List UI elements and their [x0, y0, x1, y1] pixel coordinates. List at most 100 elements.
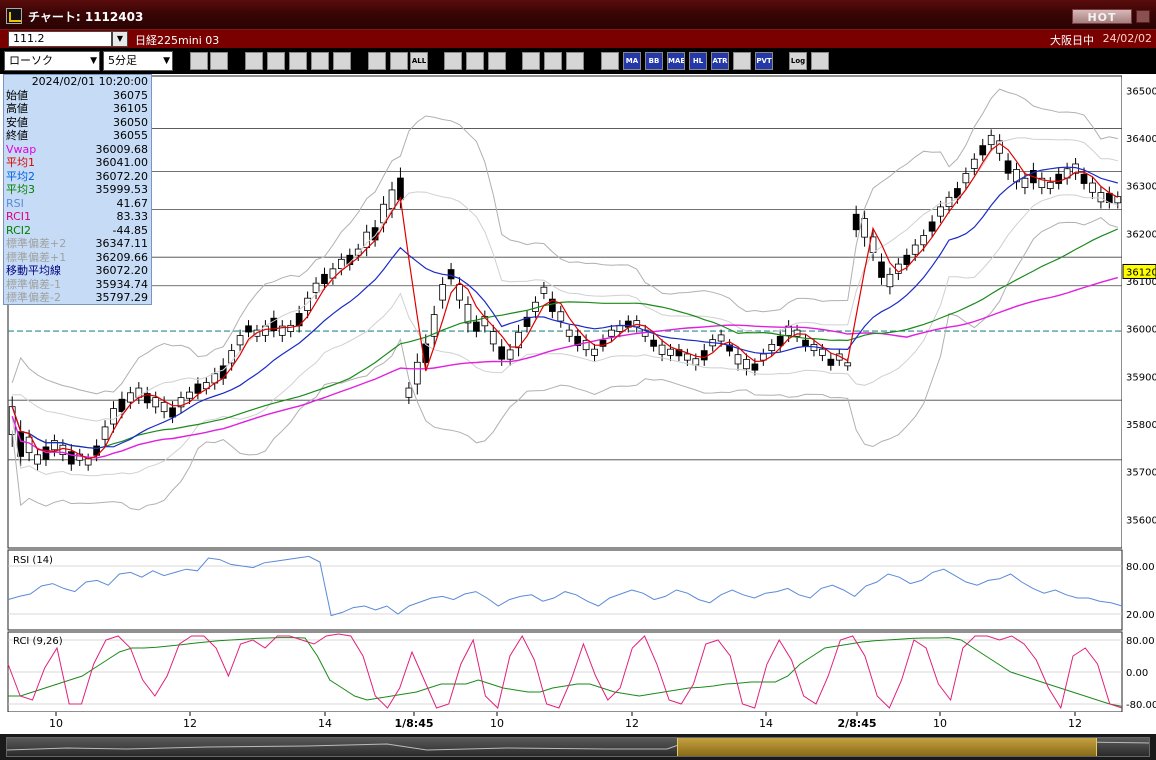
info-label: Vwap	[6, 142, 37, 156]
candle-body	[110, 408, 117, 425]
ichimoku-icon[interactable]	[733, 52, 751, 70]
atr-icon[interactable]: ATR	[711, 52, 729, 70]
info-value: 36041.00	[95, 156, 149, 169]
candle-body	[743, 359, 750, 370]
candle-body	[152, 397, 160, 408]
chart-type-select[interactable]: ローソク ▼	[4, 51, 100, 71]
brush-icon[interactable]	[544, 52, 562, 70]
candle-body	[338, 258, 345, 270]
crosshair-icon[interactable]	[210, 52, 228, 70]
tool-icon-4[interactable]	[311, 52, 329, 70]
tool-icon-2[interactable]	[267, 52, 285, 70]
info-value: 35797.29	[95, 291, 149, 304]
candle-body	[1089, 182, 1096, 193]
candle-body	[84, 458, 92, 466]
y-tick-label: 35700	[1126, 468, 1156, 479]
tool-icon-5[interactable]	[333, 52, 351, 70]
scroll-track[interactable]	[6, 737, 1150, 757]
mae-icon[interactable]: MAE	[667, 52, 685, 70]
chart-type-value: ローソク	[9, 54, 53, 67]
candle-body	[1055, 173, 1063, 184]
instrument-name: 日経225mini 03	[135, 34, 220, 47]
info-row: 安値 36050	[4, 116, 151, 130]
info-row: 始値 36075	[4, 89, 151, 103]
info-row: 標準偏差+2 36347.11	[4, 237, 151, 251]
info-row: 終値 36055	[4, 129, 151, 143]
time-axis-background	[0, 712, 1156, 734]
info-row: 平均2 36072.20	[4, 170, 151, 184]
rci-tick-label: 80.00	[1126, 636, 1155, 647]
candle-body	[861, 218, 868, 238]
candle-body	[734, 354, 742, 365]
info-row: 平均1 36041.00	[4, 156, 151, 170]
tool-icon-7[interactable]	[390, 52, 408, 70]
candle-body	[903, 254, 911, 265]
candle-body	[321, 273, 328, 285]
candle-body	[658, 344, 666, 355]
candle-body	[160, 401, 168, 413]
info-value: 36072.20	[95, 169, 149, 183]
symbol-input[interactable]: 111.2	[8, 31, 112, 47]
undo-icon[interactable]	[488, 52, 506, 70]
y-tick-label: 36000	[1126, 325, 1156, 336]
scroll-thumb[interactable]	[677, 738, 1097, 756]
window-titlebar: チャート: 1112403 HOT	[0, 0, 1156, 30]
all-icon[interactable]: ALL	[410, 52, 428, 70]
candle-body	[186, 391, 193, 399]
info-row: RSI 41.67	[4, 197, 151, 211]
pvt-icon[interactable]: PVT	[755, 52, 773, 70]
x-tick-label: 14	[759, 717, 773, 730]
candle-body	[464, 303, 472, 324]
x-tick-label: 12	[183, 717, 197, 730]
candle-body	[540, 286, 548, 294]
symbol-dropdown-button[interactable]: ▼	[112, 31, 128, 47]
info-label: 終値	[6, 129, 28, 142]
draw-line-icon[interactable]	[444, 52, 462, 70]
cursor-icon[interactable]	[466, 52, 484, 70]
info-value: 36075	[113, 88, 148, 102]
info-label: RCI1	[6, 210, 32, 223]
palette-icon[interactable]	[566, 52, 584, 70]
candle-body	[557, 311, 565, 322]
rsi-tick-label: 20.00	[1126, 610, 1155, 621]
chart-area[interactable]: 3650036400363003620036100360003590035800…	[0, 74, 1156, 734]
tool-icon-6[interactable]	[368, 52, 386, 70]
candle-body	[751, 363, 759, 371]
bb-icon[interactable]: BB	[645, 52, 663, 70]
candle-body	[692, 358, 700, 366]
x-tick-label: 1/8:45	[394, 717, 433, 730]
candle-body	[405, 387, 413, 398]
ma-icon[interactable]: MA	[623, 52, 641, 70]
candle-body	[312, 282, 320, 293]
candle-body	[1004, 160, 1012, 174]
candle-body	[388, 189, 396, 209]
hot-button[interactable]: HOT	[1072, 9, 1132, 24]
x-tick-label: 10	[49, 717, 63, 730]
info-row: 移動平均線 36072.20	[4, 264, 151, 278]
export-icon[interactable]	[811, 52, 829, 70]
info-label: 標準偏差+1	[6, 250, 67, 264]
tool-icon-3[interactable]	[289, 52, 307, 70]
x-tick-label: 12	[625, 717, 639, 730]
zoom-icon[interactable]	[190, 52, 208, 70]
candle-body	[1046, 181, 1054, 189]
info-label: 高値	[6, 102, 28, 115]
x-tick-label: 10	[933, 717, 947, 730]
candle-body	[844, 362, 852, 367]
info-label: 平均3	[6, 183, 35, 196]
candle-body	[118, 398, 126, 413]
info-label: 平均2	[6, 169, 35, 183]
settings-icon[interactable]	[522, 52, 540, 70]
window-control-icon[interactable]	[1136, 10, 1150, 23]
candle-body	[608, 329, 615, 337]
candle-body	[236, 335, 244, 346]
interval-select[interactable]: 5分足 ▼	[103, 51, 173, 71]
volume-icon[interactable]	[601, 52, 619, 70]
hl-icon[interactable]: HL	[689, 52, 707, 70]
info-label: 移動平均線	[6, 264, 61, 277]
chevron-down-icon: ▼	[163, 56, 170, 66]
chart-scrollbar[interactable]	[0, 734, 1156, 760]
tool-icon-1[interactable]	[245, 52, 263, 70]
log-icon[interactable]: Log	[789, 52, 807, 70]
candle-body	[473, 321, 480, 332]
